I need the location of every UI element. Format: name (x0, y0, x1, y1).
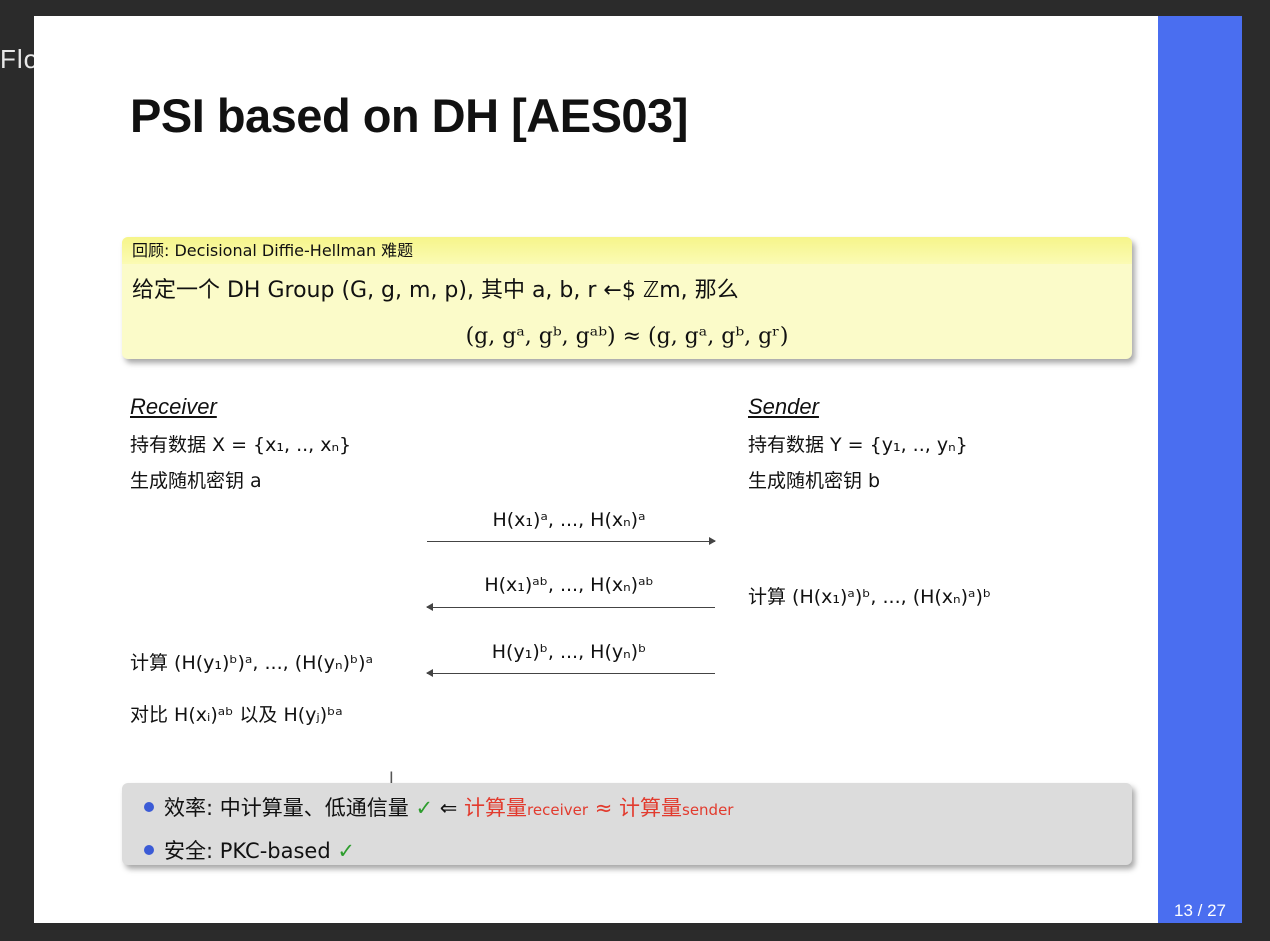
receiver-compare: 对比 H(xᵢ)ᵃᵇ 以及 H(yⱼ)ᵇᵃ (130, 704, 343, 726)
bullet-icon (144, 802, 154, 812)
ddh-recap-block: 回顾: Decisional Diffie-Hellman 难题 给定一个 DH… (122, 237, 1132, 359)
receiver-compute: 计算 (H(y₁)ᵇ)ᵃ, ..., (H(yₙ)ᵇ)ᵃ (130, 652, 374, 674)
block-title: 回顾: Decisional Diffie-Hellman 难题 (122, 237, 1132, 264)
sender-cost: 计算量sender (619, 796, 734, 820)
slide-sidebar: 13 / 27 (1158, 16, 1242, 923)
sender-data: 持有数据 Y = {y₁, .., yₙ} (748, 434, 968, 456)
message-3-arrow (426, 669, 715, 677)
check-icon: ✓ (415, 796, 434, 820)
sender-title: Sender (748, 394, 819, 419)
receiver-title: Receiver (130, 394, 217, 419)
implies-symbol: ⇐ (439, 796, 458, 820)
slide: 13 / 27 PSI based on DH [AES03] 回顾: Deci… (34, 16, 1242, 923)
message-1-label: H(x₁)ᵃ, ..., H(xₙ)ᵃ (492, 509, 646, 531)
sender-key: 生成随机密钥 b (748, 470, 881, 492)
approx-symbol: ≈ (594, 796, 613, 820)
message-1-arrow (427, 537, 716, 545)
receiver-cost: 计算量receiver (464, 796, 589, 820)
efficiency-bullet: 效率: 中计算量、低通信量 ✓ ⇐ 计算量receiver ≈ 计算量sende… (144, 792, 733, 822)
efficiency-label: 效率: 中计算量、低通信量 (164, 796, 409, 820)
summary-block: 效率: 中计算量、低通信量 ✓ ⇐ 计算量receiver ≈ 计算量sende… (122, 783, 1132, 865)
message-2-label: H(x₁)ᵃᵇ, ..., H(xₙ)ᵃᵇ (484, 574, 654, 596)
message-3-label: H(y₁)ᵇ, ..., H(yₙ)ᵇ (491, 641, 647, 663)
message-2-arrow (426, 603, 715, 611)
page-number: 13 / 27 (1174, 901, 1226, 920)
receiver-data: 持有数据 X = {x₁, .., xₙ} (130, 434, 352, 456)
ddh-equation: (g, gᵃ, gᵇ, gᵃᵇ) ≈ (g, gᵃ, gᵇ, gʳ) (465, 324, 789, 349)
bullet-icon (144, 845, 154, 855)
slide-title: PSI based on DH [AES03] (130, 89, 688, 142)
security-bullet: 安全: PKC-based ✓ (144, 835, 355, 865)
dh-group-statement: 给定一个 DH Group (G, g, m, p), 其中 a, b, r ←… (132, 278, 739, 303)
check-icon: ✓ (337, 839, 355, 863)
sender-compute: 计算 (H(x₁)ᵃ)ᵇ, ..., (H(xₙ)ᵃ)ᵇ (748, 586, 992, 608)
security-label: 安全: PKC-based (164, 839, 331, 863)
receiver-key: 生成随机密钥 a (130, 470, 262, 492)
